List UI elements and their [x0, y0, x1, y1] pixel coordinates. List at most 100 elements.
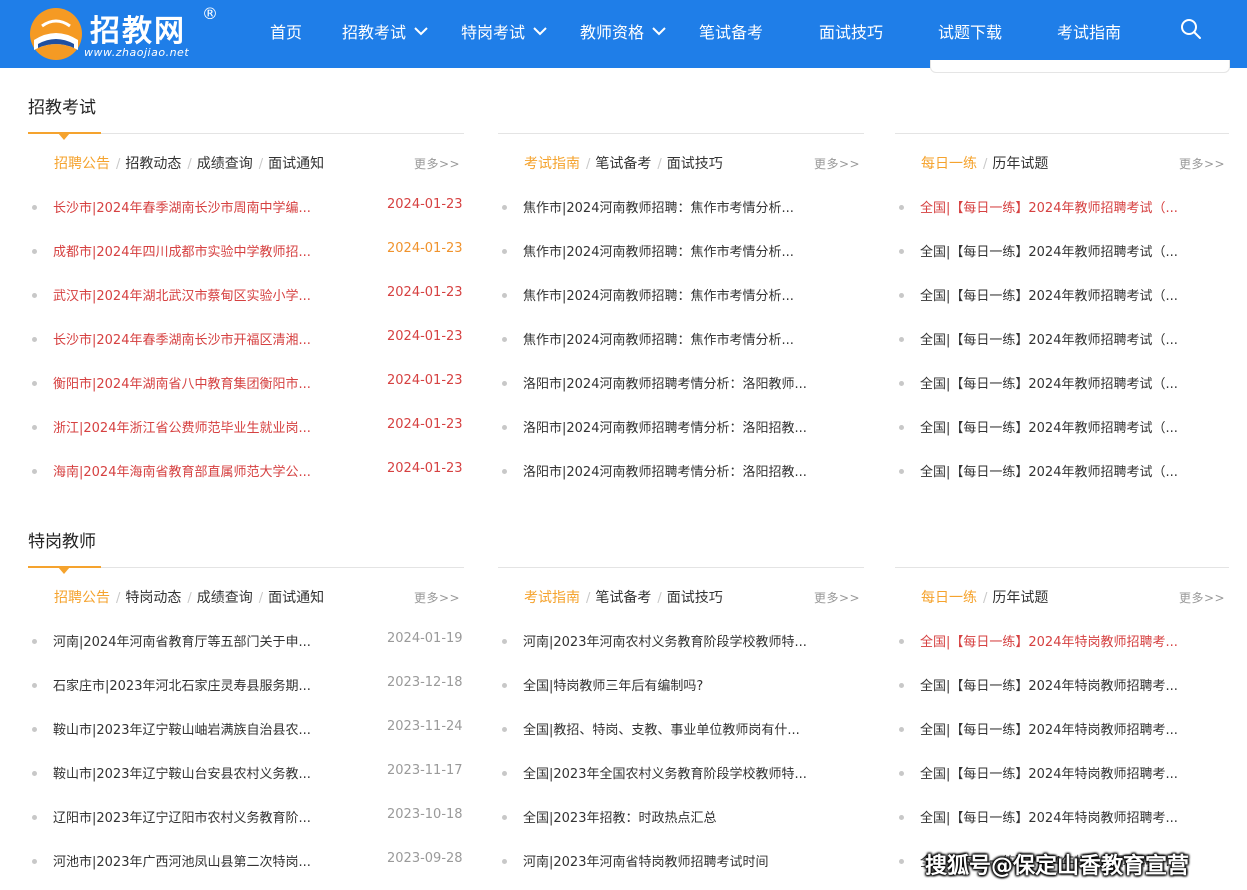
tab-active[interactable]: 招聘公告 — [54, 153, 110, 173]
list-item-title[interactable]: 全国|【每日一练】2024年特岗教师招聘考... — [920, 763, 1200, 782]
tab-item[interactable]: 招教动态 — [125, 153, 181, 173]
tab-item[interactable]: 成绩查询 — [197, 587, 253, 607]
tab-item[interactable]: 面试技巧 — [667, 153, 723, 173]
list-item-title[interactable]: 海南|2024年海南省教育部直属师范大学公... — [53, 461, 343, 480]
tab-active[interactable]: 每日一练 — [921, 153, 977, 173]
list-item[interactable]: 全国|教招、特岗、支教、事业单位教师岗有什... — [498, 719, 864, 741]
list-item[interactable]: 浙江|2024年浙江省公费师范毕业生就业岗... 2024-01-23 — [28, 417, 464, 439]
tab-active[interactable]: 招聘公告 — [54, 587, 110, 607]
tab-item[interactable]: 成绩查询 — [197, 153, 253, 173]
list-item[interactable]: 焦作市|2024河南教师招聘：焦作市考情分析... — [498, 197, 864, 219]
list-item-title[interactable]: 全国|【每日一练】2024年特岗教师招聘考... — [920, 675, 1200, 694]
list-item-title[interactable]: 长沙市|2024年春季湖南长沙市周南中学编... — [53, 197, 343, 216]
list-item[interactable]: 全国|【每日一练】2024年教师招聘考试（... — [895, 241, 1229, 263]
list-item[interactable]: 全国|【每日一练】2024年特岗教师招聘考... — [895, 675, 1229, 697]
list-item[interactable]: 焦作市|2024河南教师招聘：焦作市考情分析... — [498, 241, 864, 263]
list-item[interactable]: 河池市|2023年广西河池凤山县第二次特岗... 2023-09-28 — [28, 851, 464, 873]
more-link[interactable]: 更多>> — [1179, 155, 1225, 172]
list-item-title[interactable]: 全国|【每日一练】2024年教师招聘考试（... — [920, 241, 1200, 260]
list-item[interactable]: 全国|【每日一练】2024年教师招聘考试（... — [895, 329, 1229, 351]
site-logo[interactable]: 招教网 ® www.zhaojiao.net — [28, 4, 228, 64]
list-item[interactable]: 全国|【每日一练】2024年特岗教师招聘考... — [895, 763, 1229, 785]
nav-item-recruit-exam[interactable]: 招教考试 — [342, 0, 428, 68]
nav-item-special-exam[interactable]: 特岗考试 — [461, 0, 547, 68]
more-link[interactable]: 更多>> — [1179, 589, 1225, 606]
list-item[interactable]: 全国|【每日一练】2024年教师招聘考试（... — [895, 285, 1229, 307]
list-item-title[interactable]: 全国|【每日一练】2024年特岗教师招聘考... — [920, 631, 1200, 650]
list-item-title[interactable]: 鞍山市|2023年辽宁鞍山台安县农村义务教... — [53, 763, 343, 782]
list-item[interactable]: 鞍山市|2023年辽宁鞍山台安县农村义务教... 2023-11-17 — [28, 763, 464, 785]
nav-item-downloads[interactable]: 试题下载 — [938, 0, 1002, 68]
nav-item-teacher-cert[interactable]: 教师资格 — [580, 0, 666, 68]
list-item[interactable]: 焦作市|2024河南教师招聘：焦作市考情分析... — [498, 285, 864, 307]
list-item[interactable]: 全国|【每日一练】2024年教师招聘考试（... — [895, 373, 1229, 395]
tab-item[interactable]: 特岗动态 — [125, 587, 181, 607]
list-item-title[interactable]: 全国|教招、特岗、支教、事业单位教师岗有什... — [523, 719, 823, 738]
list-item-title[interactable]: 洛阳市|2024河南教师招聘考情分析：洛阳招教... — [523, 461, 823, 480]
list-item[interactable]: 洛阳市|2024河南教师招聘考情分析：洛阳招教... — [498, 461, 864, 483]
list-item[interactable]: 鞍山市|2023年辽宁鞍山岫岩满族自治县农... 2023-11-24 — [28, 719, 464, 741]
list-item-title[interactable]: 河南|2023年河南农村义务教育阶段学校教师特... — [523, 631, 823, 650]
list-item[interactable]: 全国|【每日一练】2024年教师招聘考试（... — [895, 461, 1229, 483]
list-item-title[interactable]: 焦作市|2024河南教师招聘：焦作市考情分析... — [523, 197, 823, 216]
list-item-title[interactable]: 石家庄市|2023年河北石家庄灵寿县服务期... — [53, 675, 343, 694]
list-item[interactable]: 武汉市|2024年湖北武汉市蔡甸区实验小学... 2024-01-23 — [28, 285, 464, 307]
list-item-title[interactable]: 长沙市|2024年春季湖南长沙市开福区清湘... — [53, 329, 343, 348]
tab-item[interactable]: 笔试备考 — [595, 587, 651, 607]
list-item-title[interactable]: 洛阳市|2024河南教师招聘考情分析：洛阳教师... — [523, 373, 823, 392]
list-item[interactable]: 河南|2024年河南省教育厅等五部门关于申... 2024-01-19 — [28, 631, 464, 653]
list-item[interactable]: 石家庄市|2023年河北石家庄灵寿县服务期... 2023-12-18 — [28, 675, 464, 697]
more-link[interactable]: 更多>> — [414, 155, 460, 172]
tab-active[interactable]: 每日一练 — [921, 587, 977, 607]
list-item-title[interactable]: 衡阳市|2024年湖南省八中教育集团衡阳市... — [53, 373, 343, 392]
list-item-title[interactable]: 焦作市|2024河南教师招聘：焦作市考情分析... — [523, 329, 823, 348]
nav-item-written-prep[interactable]: 笔试备考 — [699, 0, 763, 68]
nav-item-home[interactable]: 首页 — [270, 0, 302, 68]
search-icon[interactable] — [1180, 18, 1202, 40]
list-item[interactable]: 全国|【每日一练】2024年教师招聘考试（... — [895, 197, 1229, 219]
list-item[interactable]: 全国|【每日一练】2024年特岗教师招聘考... — [895, 719, 1229, 741]
tab-item[interactable]: 面试通知 — [268, 587, 324, 607]
list-item-title[interactable]: 焦作市|2024河南教师招聘：焦作市考情分析... — [523, 241, 823, 260]
list-item-title[interactable]: 全国|2023年招教：时政热点汇总 — [523, 807, 823, 826]
list-item-title[interactable]: 全国|【每日一练】2024年教师招聘考试（... — [920, 285, 1200, 304]
tab-item[interactable]: 面试通知 — [268, 153, 324, 173]
list-item-title[interactable]: 全国|特岗教师三年后有编制吗? — [523, 675, 823, 694]
more-link[interactable]: 更多>> — [814, 155, 860, 172]
more-link[interactable]: 更多>> — [414, 589, 460, 606]
list-item-title[interactable]: 浙江|2024年浙江省公费师范毕业生就业岗... — [53, 417, 343, 436]
list-item-title[interactable]: 全国|【每日一练】2024年教师招聘考试（... — [920, 373, 1200, 392]
list-item-title[interactable]: 成都市|2024年四川成都市实验中学教师招... — [53, 241, 343, 260]
more-link[interactable]: 更多>> — [814, 589, 860, 606]
list-item[interactable]: 焦作市|2024河南教师招聘：焦作市考情分析... — [498, 329, 864, 351]
list-item-title[interactable]: 辽阳市|2023年辽宁辽阳市农村义务教育阶... — [53, 807, 343, 826]
list-item[interactable]: 全国|2023年招教：时政热点汇总 — [498, 807, 864, 829]
list-item[interactable]: 全国|特岗教师三年后有编制吗? — [498, 675, 864, 697]
nav-item-interview-tips[interactable]: 面试技巧 — [819, 0, 883, 68]
tab-active[interactable]: 考试指南 — [524, 587, 580, 607]
list-item[interactable]: 成都市|2024年四川成都市实验中学教师招... 2024-01-23 — [28, 241, 464, 263]
tab-item[interactable]: 笔试备考 — [595, 153, 651, 173]
nav-item-exam-guide[interactable]: 考试指南 — [1057, 0, 1121, 68]
list-item[interactable]: 洛阳市|2024河南教师招聘考情分析：洛阳教师... — [498, 373, 864, 395]
list-item[interactable]: 长沙市|2024年春季湖南长沙市周南中学编... 2024-01-23 — [28, 197, 464, 219]
tab-active[interactable]: 考试指南 — [524, 153, 580, 173]
list-item[interactable]: 全国|【每日一练】2024年教师招聘考试（... — [895, 417, 1229, 439]
list-item-title[interactable]: 河南|2023年河南省特岗教师招聘考试时间 — [523, 851, 823, 870]
list-item[interactable]: 洛阳市|2024河南教师招聘考情分析：洛阳招教... — [498, 417, 864, 439]
tab-item[interactable]: 历年试题 — [992, 587, 1048, 607]
list-item-title[interactable]: 武汉市|2024年湖北武汉市蔡甸区实验小学... — [53, 285, 343, 304]
list-item-title[interactable]: 河池市|2023年广西河池凤山县第二次特岗... — [53, 851, 343, 870]
list-item-title[interactable]: 全国|【每日一练】2024年特岗教师招聘考... — [920, 719, 1200, 738]
list-item[interactable]: 海南|2024年海南省教育部直属师范大学公... 2024-01-23 — [28, 461, 464, 483]
list-item[interactable]: 全国|【每日一练】2024年特岗教师招聘考... — [895, 807, 1229, 829]
list-item-title[interactable]: 全国|【每日一练】2024年教师招聘考试（... — [920, 197, 1200, 216]
list-item[interactable]: 全国|【每日一练】2024年特岗教师招聘考... — [895, 631, 1229, 653]
list-item[interactable]: 衡阳市|2024年湖南省八中教育集团衡阳市... 2024-01-23 — [28, 373, 464, 395]
list-item-title[interactable]: 全国|【每日一练】2024年教师招聘考试（... — [920, 329, 1200, 348]
list-item-title[interactable]: 焦作市|2024河南教师招聘：焦作市考情分析... — [523, 285, 823, 304]
list-item-title[interactable]: 河南|2024年河南省教育厅等五部门关于申... — [53, 631, 343, 650]
list-item-title[interactable]: 全国|【每日一练】2024年教师招聘考试（... — [920, 461, 1200, 480]
list-item-title[interactable]: 洛阳市|2024河南教师招聘考情分析：洛阳招教... — [523, 417, 823, 436]
list-item-title[interactable]: 全国|【每日一练】2024年特岗教师招聘考... — [920, 807, 1200, 826]
